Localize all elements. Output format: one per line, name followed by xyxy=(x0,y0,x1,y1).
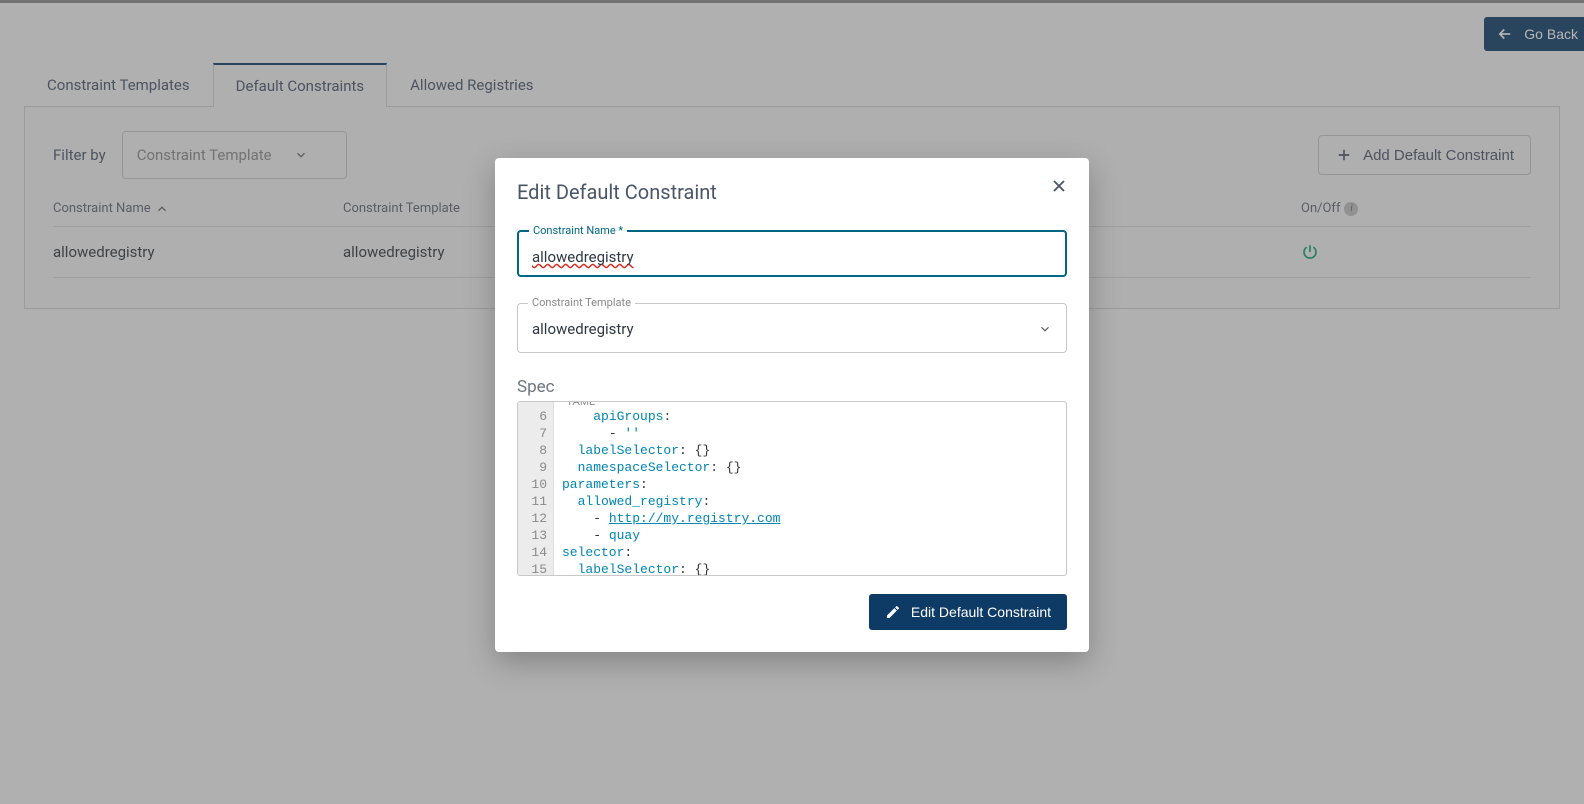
constraint-template-value: allowedregistry xyxy=(532,320,634,338)
submit-label: Edit Default Constraint xyxy=(911,604,1051,620)
constraint-name-input[interactable]: allowedregistry xyxy=(532,248,634,266)
constraint-name-field[interactable]: Constraint Name * allowedregistry xyxy=(517,230,1067,277)
modal-title: Edit Default Constraint xyxy=(517,180,1067,204)
yaml-code[interactable]: apiGroups: - '' labelSelector: {} namesp… xyxy=(554,402,788,575)
edit-icon xyxy=(885,604,901,620)
modal-actions: Edit Default Constraint xyxy=(517,594,1067,630)
modal-overlay: Edit Default Constraint Constraint Name … xyxy=(0,0,1584,804)
constraint-name-label: Constraint Name * xyxy=(529,224,627,237)
close-button[interactable] xyxy=(1049,176,1069,199)
constraint-template-label: Constraint Template xyxy=(528,296,635,309)
yaml-editor[interactable]: YAML 6789101112131415 apiGroups: - '' la… xyxy=(517,401,1067,576)
yaml-legend: YAML xyxy=(562,401,599,411)
spec-label: Spec xyxy=(517,377,1067,397)
chevron-down-icon xyxy=(1038,322,1052,336)
close-icon xyxy=(1049,176,1069,196)
edit-default-constraint-button[interactable]: Edit Default Constraint xyxy=(869,594,1067,630)
yaml-gutter: 6789101112131415 xyxy=(518,402,554,575)
edit-constraint-modal: Edit Default Constraint Constraint Name … xyxy=(495,158,1089,652)
constraint-template-select[interactable]: Constraint Template allowedregistry xyxy=(517,303,1067,353)
